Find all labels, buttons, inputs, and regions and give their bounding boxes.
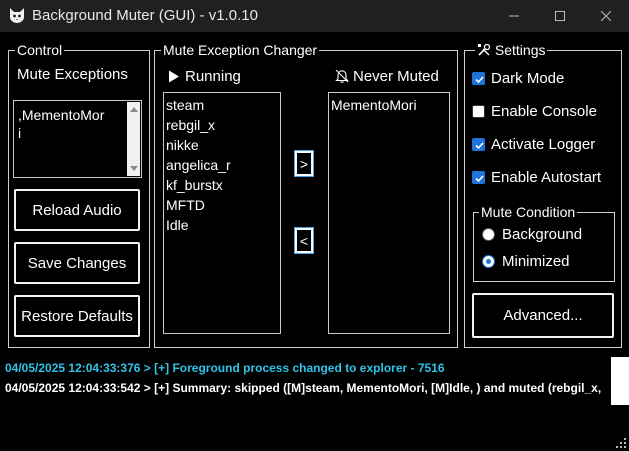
control-legend: Control xyxy=(15,42,65,58)
settings-legend: Settings xyxy=(475,42,548,58)
list-item[interactable]: angelica_r xyxy=(166,155,278,175)
list-item[interactable]: steam xyxy=(166,95,278,115)
minimized-radio[interactable] xyxy=(482,255,495,268)
list-item[interactable]: MementoMori xyxy=(331,95,447,115)
enable-console-checkbox[interactable] xyxy=(472,105,485,118)
list-item[interactable]: rebgil_x xyxy=(166,115,278,135)
mute-exceptions-textbox[interactable]: ,MementoMor i xyxy=(13,100,142,178)
enable-console-label[interactable]: Enable Console xyxy=(491,103,597,120)
mute-exceptions-label: Mute Exceptions xyxy=(17,66,128,83)
changer-legend: Mute Exception Changer xyxy=(161,42,320,58)
never-muted-listbox[interactable]: MementoMori xyxy=(328,92,450,334)
checkmark-icon xyxy=(475,76,484,84)
mute-exceptions-line: i xyxy=(18,125,22,141)
move-left-button[interactable]: < xyxy=(294,227,314,254)
dark-mode-checkbox[interactable] xyxy=(472,72,485,85)
activate-logger-checkbox[interactable] xyxy=(472,138,485,151)
enable-autostart-label[interactable]: Enable Autostart xyxy=(491,169,601,186)
window-title: Background Muter (GUI) - v1.0.10 xyxy=(32,7,258,24)
enable-autostart-checkbox[interactable] xyxy=(472,171,485,184)
checkmark-icon xyxy=(475,142,484,150)
scroll-down-icon[interactable] xyxy=(130,166,138,171)
running-label: Running xyxy=(185,68,241,85)
running-listbox[interactable]: steam rebgil_x nikke angelica_r kf_burst… xyxy=(163,92,281,334)
list-item[interactable]: kf_burstx xyxy=(166,175,278,195)
log-line: 04/05/2025 12:04:33:542 > [+] Summary: s… xyxy=(5,381,602,395)
minimize-icon xyxy=(509,15,519,17)
save-changes-button[interactable]: Save Changes xyxy=(14,242,140,284)
mute-condition-group: Mute Condition xyxy=(473,204,615,282)
mute-exceptions-line: ,MementoMor xyxy=(18,107,105,123)
log-line: 04/05/2025 12:04:33:376 > [+] Foreground… xyxy=(5,361,445,375)
tools-icon xyxy=(478,43,491,56)
minimized-radio-label[interactable]: Minimized xyxy=(502,253,570,270)
background-radio[interactable] xyxy=(482,228,495,241)
bell-off-icon xyxy=(335,69,349,83)
list-item[interactable]: Idle xyxy=(166,215,278,235)
maximize-button[interactable] xyxy=(537,0,583,32)
list-item[interactable]: nikke xyxy=(166,135,278,155)
log-console[interactable]: 04/05/2025 12:04:33:376 > [+] Foreground… xyxy=(0,357,629,451)
restore-defaults-button[interactable]: Restore Defaults xyxy=(14,295,140,337)
list-item[interactable]: MFTD xyxy=(166,195,278,215)
settings-legend-text: Settings xyxy=(494,42,546,58)
maximize-icon xyxy=(555,11,565,21)
log-scrollbar[interactable] xyxy=(611,357,629,405)
background-radio-label[interactable]: Background xyxy=(502,226,582,243)
advanced-button[interactable]: Advanced... xyxy=(472,293,614,338)
mute-condition-legend: Mute Condition xyxy=(479,204,578,220)
reload-audio-button[interactable]: Reload Audio xyxy=(14,189,140,231)
textbox-scrollbar[interactable] xyxy=(127,102,140,176)
activate-logger-label[interactable]: Activate Logger xyxy=(491,136,595,153)
dark-mode-label[interactable]: Dark Mode xyxy=(491,70,564,87)
cat-icon xyxy=(10,8,24,23)
scroll-up-icon[interactable] xyxy=(130,107,138,112)
never-muted-label: Never Muted xyxy=(353,68,439,85)
move-right-button[interactable]: > xyxy=(294,150,314,177)
resize-grip-icon[interactable] xyxy=(615,437,627,449)
minimize-button[interactable] xyxy=(491,0,537,32)
play-icon xyxy=(169,70,179,83)
close-icon xyxy=(601,11,611,21)
title-bar[interactable]: Background Muter (GUI) - v1.0.10 xyxy=(0,0,629,32)
close-button[interactable] xyxy=(583,0,629,32)
checkmark-icon xyxy=(475,175,484,183)
